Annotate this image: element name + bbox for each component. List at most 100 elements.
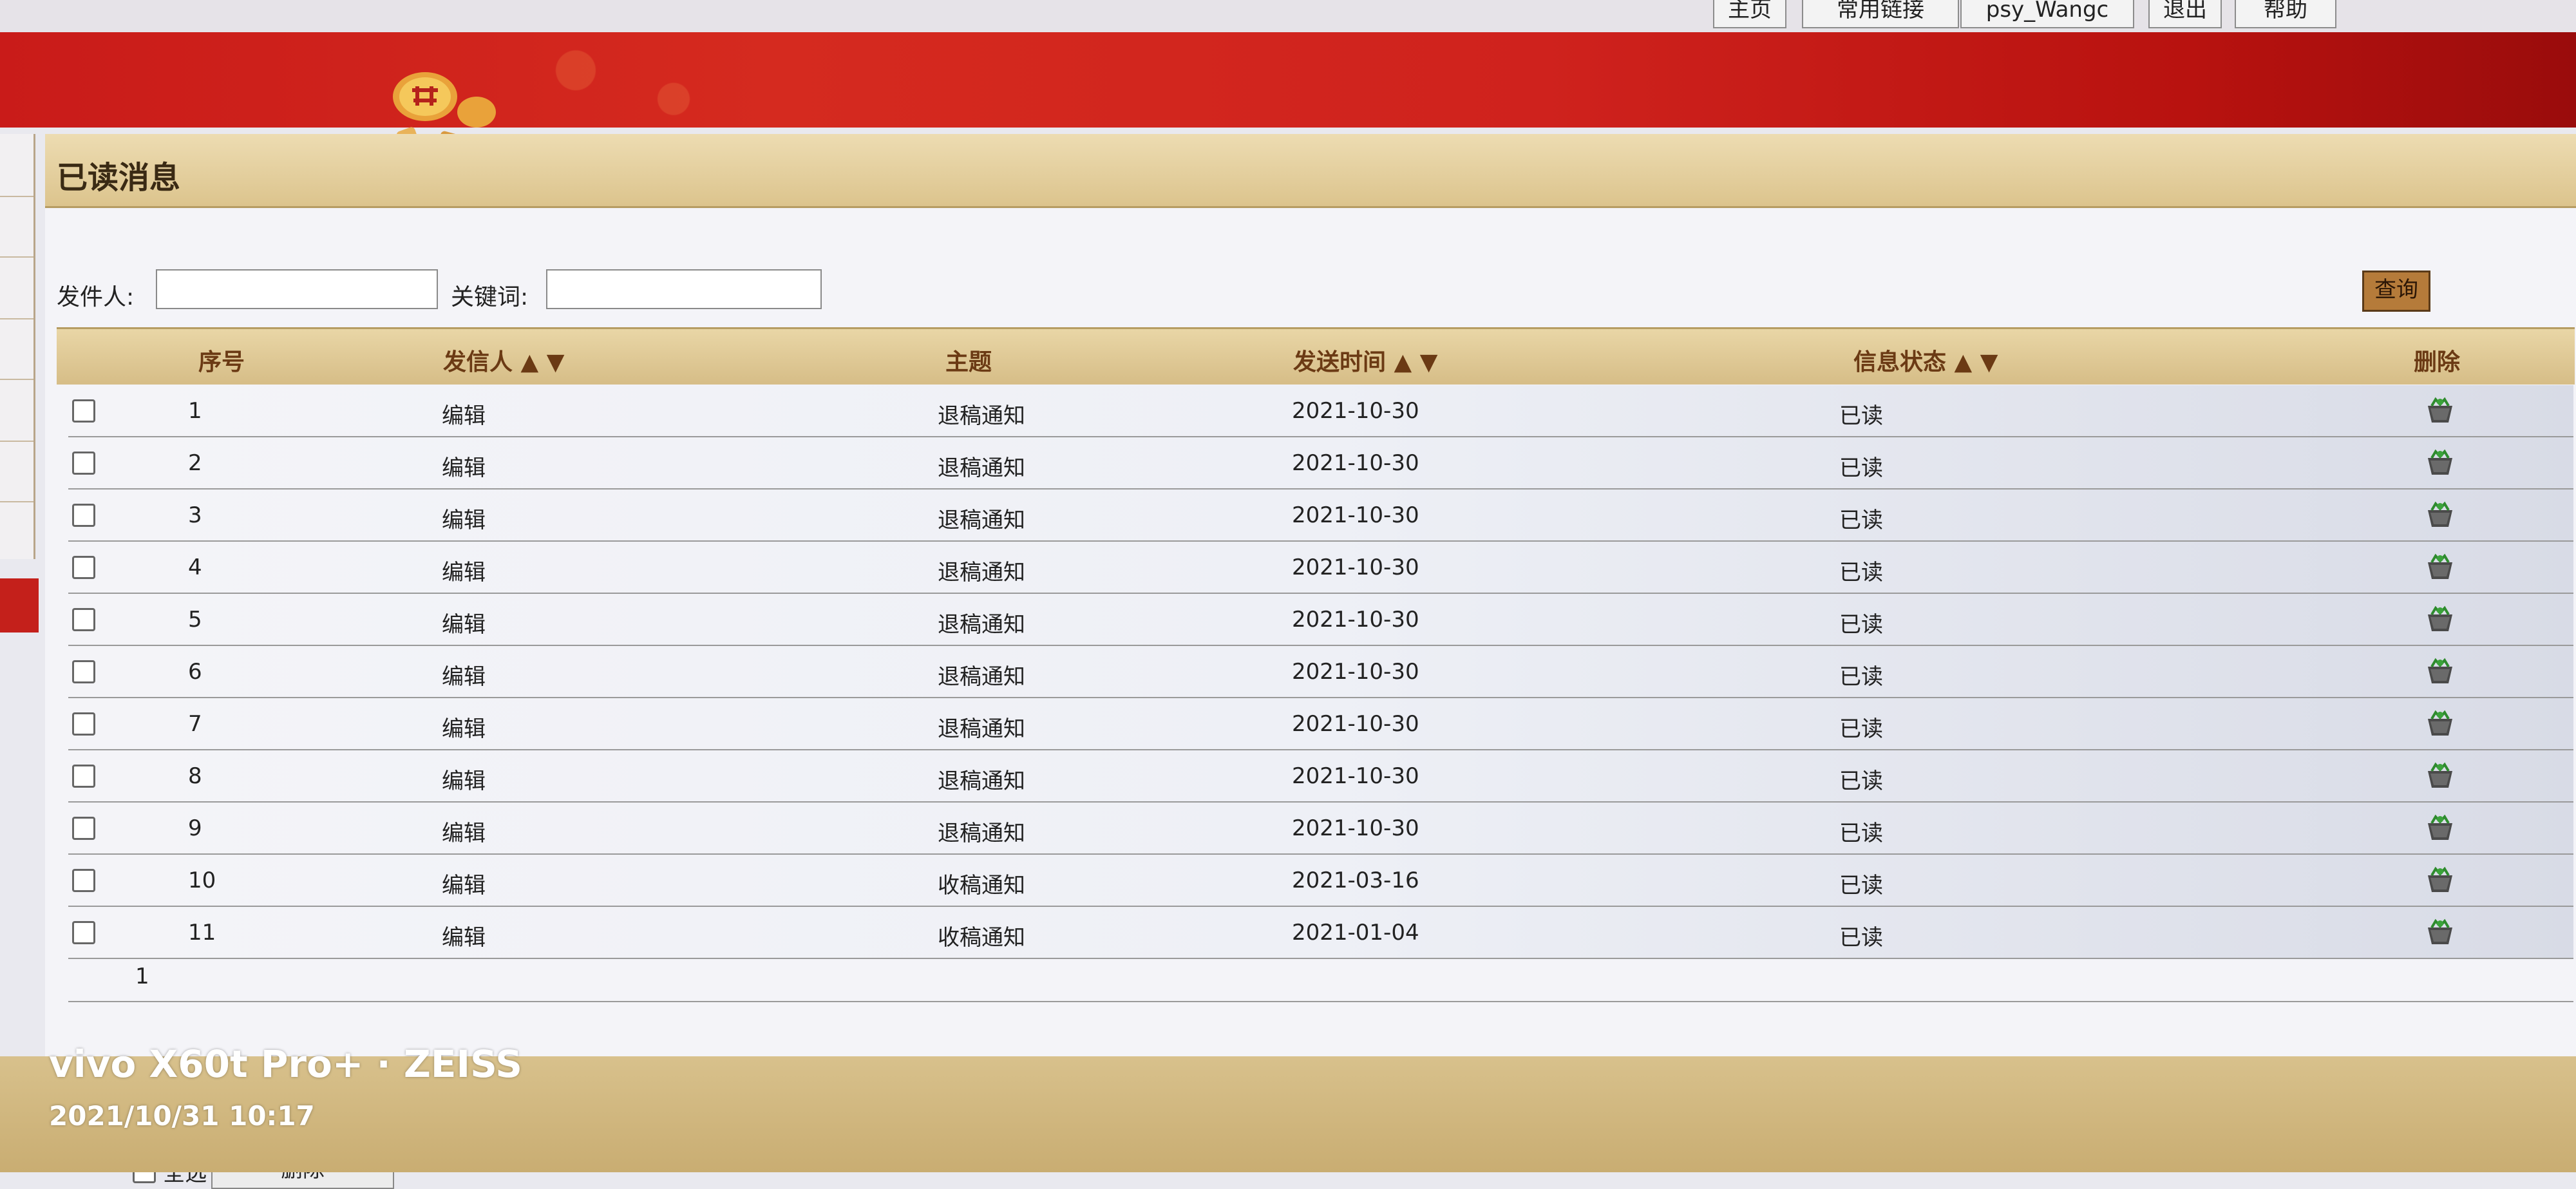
row-checkbox[interactable] (72, 660, 95, 683)
row-index: 7 (188, 711, 202, 737)
row-sender[interactable]: 编辑 (442, 555, 486, 586)
row-status: 已读 (1839, 560, 1883, 585)
user-button[interactable]: psy_Wangc (1960, 0, 2134, 28)
row-subject[interactable]: 退稿通知 (938, 398, 1025, 430)
common-links-button[interactable]: 常用链接 (1802, 0, 1959, 28)
row-subject[interactable]: 退稿通知 (938, 502, 1025, 534)
row-status: 已读 (1839, 821, 1883, 846)
header-time-sortable[interactable]: 发送时间 ▲ ▼ (1293, 343, 1437, 377)
row-sender[interactable]: 编辑 (442, 815, 486, 847)
header-status-sortable[interactable]: 信息状态 ▲ ▼ (1853, 343, 1998, 377)
row-index: 4 (188, 555, 202, 580)
row-status: 已读 (1839, 455, 1883, 481)
row-checkbox[interactable] (72, 556, 95, 579)
page-title: 已读消息 (57, 160, 181, 196)
row-subject[interactable]: 退稿通知 (938, 659, 1025, 690)
row-time: 2021-01-04 (1292, 920, 1419, 946)
row-status: 已读 (1839, 664, 1883, 690)
table-row[interactable]: 3 编辑 退稿通知 2021-10-30 已读 (68, 490, 2573, 542)
row-index: 5 (188, 607, 202, 633)
table-row[interactable]: 6 编辑 退稿通知 2021-10-30 已读 (68, 646, 2573, 698)
delete-basket-icon[interactable] (2425, 552, 2455, 582)
sender-input[interactable] (156, 269, 438, 309)
table-row[interactable]: 5 编辑 退稿通知 2021-10-30 已读 (68, 594, 2573, 646)
top-strip: 主页 常用链接 psy_Wangc 退出 帮助 (0, 0, 2576, 32)
table-row[interactable]: 10 编辑 收稿通知 2021-03-16 已读 (68, 855, 2573, 907)
delete-basket-icon[interactable] (2425, 500, 2455, 529)
delete-basket-icon[interactable] (2425, 917, 2455, 947)
delete-basket-icon[interactable] (2425, 448, 2455, 477)
row-index: 3 (188, 502, 202, 528)
delete-basket-icon[interactable] (2425, 709, 2455, 738)
row-checkbox[interactable] (72, 399, 95, 423)
row-subject[interactable]: 退稿通知 (938, 763, 1025, 795)
row-checkbox[interactable] (72, 452, 95, 475)
pagination: 1 (68, 952, 2573, 1002)
help-button[interactable]: 帮助 (2235, 0, 2336, 28)
row-checkbox[interactable] (72, 765, 95, 788)
delete-basket-icon[interactable] (2425, 761, 2455, 790)
table-row[interactable]: 4 编辑 退稿通知 2021-10-30 已读 (68, 542, 2573, 594)
row-time: 2021-10-30 (1292, 763, 1419, 789)
row-checkbox[interactable] (72, 504, 95, 527)
row-subject[interactable]: 退稿通知 (938, 450, 1025, 482)
delete-basket-icon[interactable] (2425, 813, 2455, 842)
logout-button[interactable]: 退出 (2148, 0, 2222, 28)
row-index: 8 (188, 763, 202, 789)
row-checkbox[interactable] (72, 869, 95, 892)
row-status: 已读 (1839, 403, 1883, 429)
delete-basket-icon[interactable] (2425, 395, 2455, 425)
row-time: 2021-10-30 (1292, 502, 1419, 528)
row-index: 2 (188, 450, 202, 476)
row-checkbox[interactable] (72, 608, 95, 631)
row-sender[interactable]: 编辑 (442, 659, 486, 690)
table-row[interactable]: 11 编辑 收稿通知 2021-01-04 已读 (68, 907, 2573, 959)
nav-divider (0, 256, 33, 258)
home-button[interactable]: 主页 (1713, 0, 1786, 28)
row-time: 2021-10-30 (1292, 659, 1419, 685)
row-sender[interactable]: 编辑 (442, 711, 486, 743)
table-row[interactable]: 7 编辑 退稿通知 2021-10-30 已读 (68, 698, 2573, 750)
row-subject[interactable]: 收稿通知 (938, 868, 1025, 899)
banner-pattern (502, 32, 747, 128)
row-status: 已读 (1839, 873, 1883, 899)
title-bar: 已读消息 (45, 134, 2576, 208)
row-sender[interactable]: 编辑 (442, 868, 486, 899)
row-checkbox[interactable] (72, 921, 95, 944)
query-button[interactable]: 查询 (2362, 271, 2430, 312)
nav-divider (0, 501, 33, 502)
delete-basket-icon[interactable] (2425, 604, 2455, 634)
table-row[interactable]: 8 编辑 退稿通知 2021-10-30 已读 (68, 750, 2573, 803)
row-checkbox[interactable] (72, 817, 95, 840)
row-status: 已读 (1839, 508, 1883, 533)
row-index: 10 (188, 868, 216, 893)
row-subject[interactable]: 退稿通知 (938, 555, 1025, 586)
row-sender[interactable]: 编辑 (442, 920, 486, 951)
row-subject[interactable]: 退稿通知 (938, 815, 1025, 847)
header-sender-sortable[interactable]: 发信人 ▲ ▼ (443, 343, 564, 377)
header-index: 序号 (198, 349, 245, 376)
keyword-input[interactable] (546, 269, 822, 309)
table-row[interactable]: 2 编辑 退稿通知 2021-10-30 已读 (68, 437, 2573, 490)
camera-datetime: 2021/10/31 10:17 (49, 1100, 315, 1132)
row-sender[interactable]: 编辑 (442, 502, 486, 534)
nav-item-active[interactable] (0, 578, 39, 633)
row-sender[interactable]: 编辑 (442, 398, 486, 430)
delete-basket-icon[interactable] (2425, 656, 2455, 686)
row-subject[interactable]: 收稿通知 (938, 920, 1025, 951)
nav-divider (0, 318, 33, 319)
nav-divider (0, 379, 33, 380)
row-sender[interactable]: 编辑 (442, 450, 486, 482)
page-number[interactable]: 1 (135, 964, 149, 989)
row-index: 6 (188, 659, 202, 685)
table-row[interactable]: 9 编辑 退稿通知 2021-10-30 已读 (68, 803, 2573, 855)
row-checkbox[interactable] (72, 712, 95, 736)
delete-basket-icon[interactable] (2425, 865, 2455, 895)
row-time: 2021-03-16 (1292, 868, 1419, 893)
row-subject[interactable]: 退稿通知 (938, 711, 1025, 743)
row-subject[interactable]: 退稿通知 (938, 607, 1025, 638)
table-row[interactable]: 1 编辑 退稿通知 2021-10-30 已读 (68, 385, 2573, 437)
row-sender[interactable]: 编辑 (442, 763, 486, 795)
row-time: 2021-10-30 (1292, 815, 1419, 841)
row-sender[interactable]: 编辑 (442, 607, 486, 638)
